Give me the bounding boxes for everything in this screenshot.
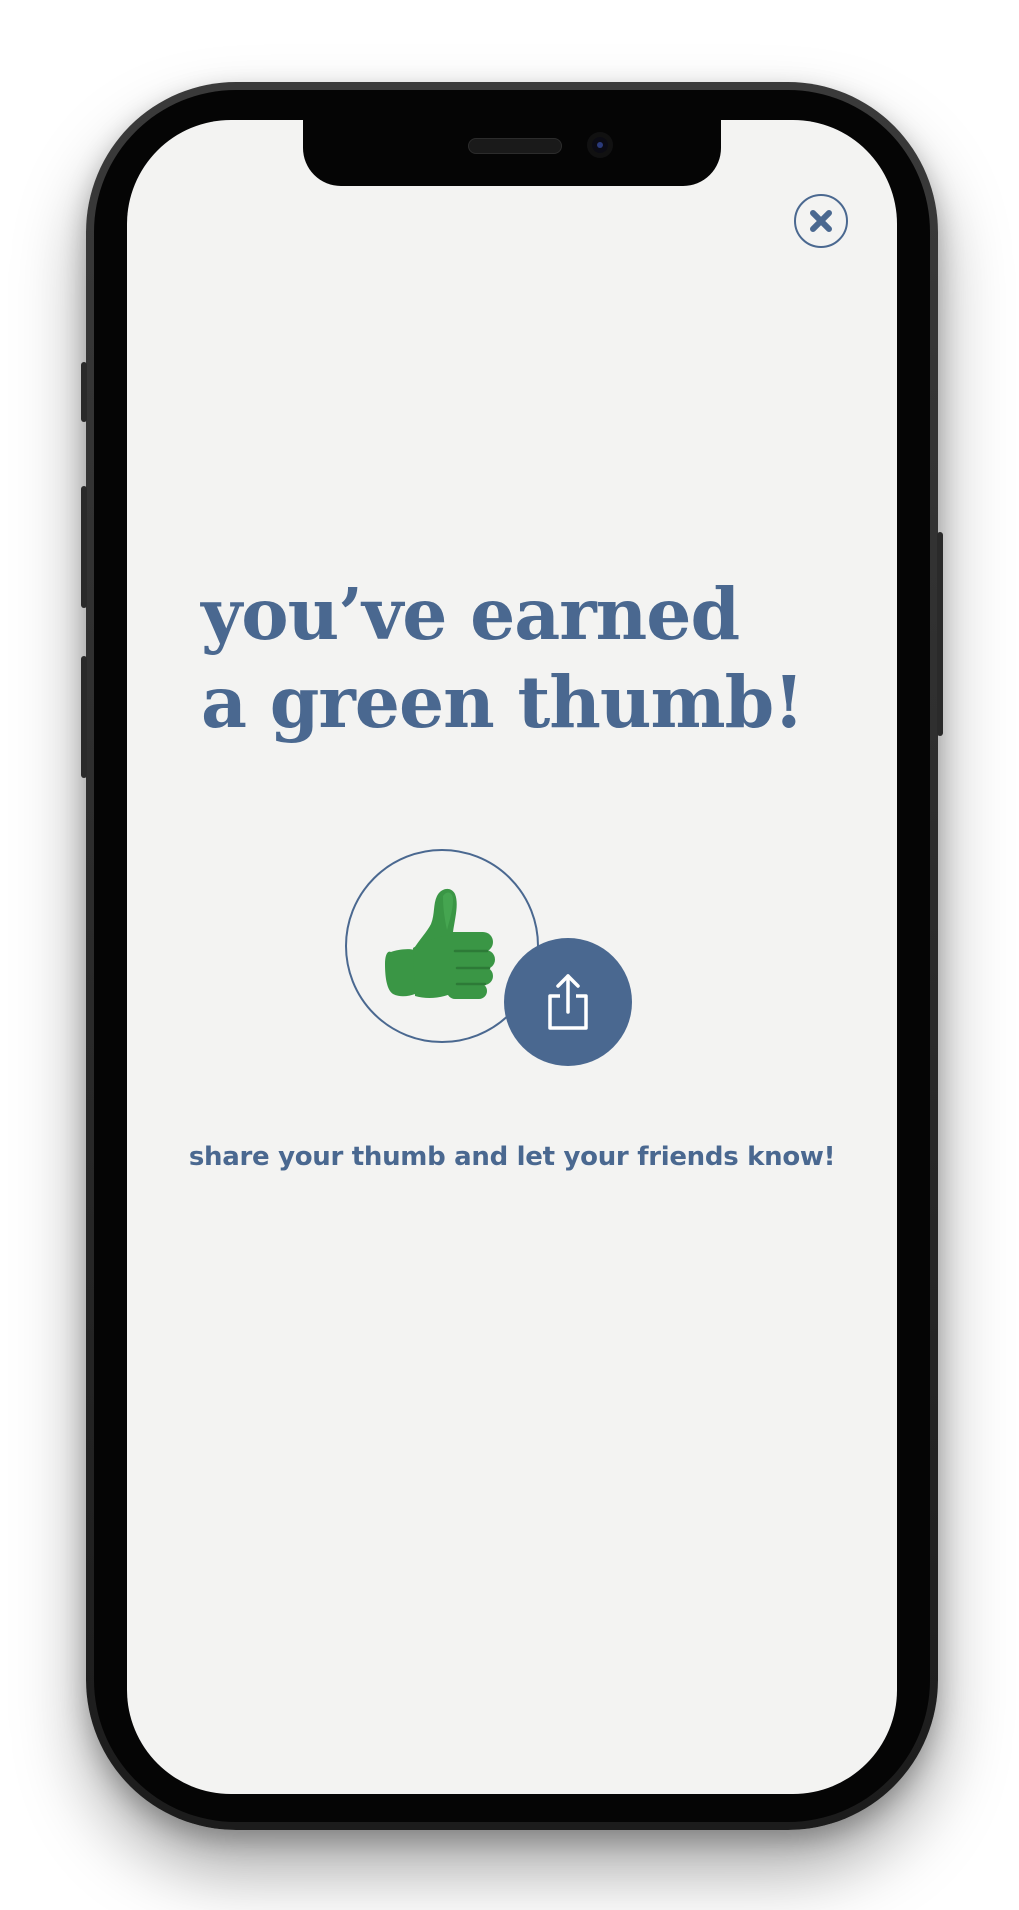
page-title: you’ve earned a green thumb!: [201, 570, 861, 746]
thumbs-up-icon: [385, 888, 495, 999]
headline-line-2: a green thumb!: [201, 660, 804, 744]
earpiece-speaker: [468, 138, 562, 154]
share-icon: [548, 974, 588, 1030]
phone-screen: you’ve earned a green thumb! share your …: [127, 120, 897, 1794]
stage: you’ve earned a green thumb! share your …: [0, 0, 1019, 1910]
close-button[interactable]: [794, 194, 848, 248]
headline-line-1: you’ve earned: [201, 572, 740, 656]
share-caption: share your thumb and let your friends kn…: [188, 1142, 836, 1172]
power-button: [937, 532, 943, 736]
volume-down-button: [81, 656, 87, 778]
close-icon: [810, 210, 832, 232]
notch: [303, 120, 721, 186]
mute-switch: [81, 362, 87, 422]
volume-up-button: [81, 486, 87, 608]
front-camera: [587, 132, 613, 158]
share-button[interactable]: [504, 938, 632, 1066]
